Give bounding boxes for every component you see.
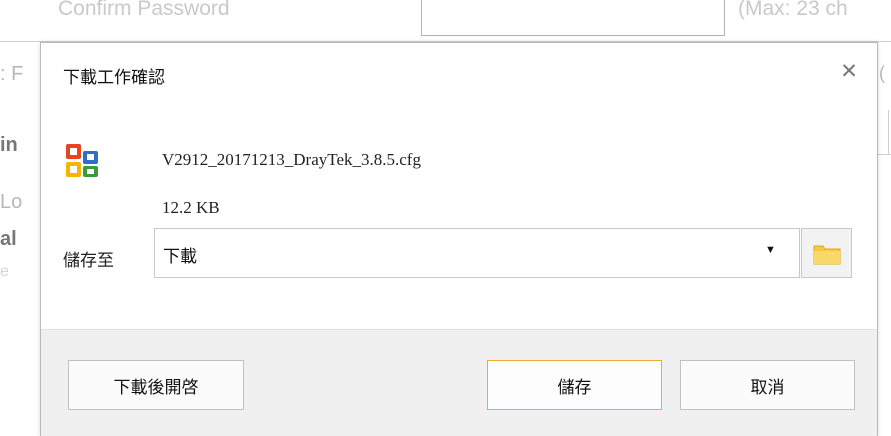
- save-location-value: 下載: [163, 247, 197, 266]
- background-divider: [888, 110, 889, 155]
- download-confirm-dialog: 下載工作確認 ✕ V2912_20171213_DrayTek_3.8.5.cf…: [40, 42, 878, 436]
- background-fragment-right: (: [879, 63, 885, 83]
- background-fragment: : F: [0, 63, 24, 85]
- background-confirm-password-label: Confirm Password: [58, 0, 230, 20]
- file-size: 12.2 KB: [162, 198, 220, 217]
- background-fragment: in: [0, 134, 18, 156]
- save-to-label: 儲存至: [63, 251, 114, 270]
- close-icon[interactable]: ✕: [837, 59, 861, 83]
- file-name: V2912_20171213_DrayTek_3.8.5.cfg: [162, 150, 421, 169]
- background-fragment: e: [0, 263, 9, 280]
- save-location-select[interactable]: 下載 ▼: [154, 228, 800, 278]
- dropdown-caret-icon: ▼: [765, 244, 776, 256]
- background-confirm-password-input: [421, 0, 725, 36]
- browse-folder-button[interactable]: [801, 228, 852, 278]
- dialog-title: 下載工作確認: [63, 68, 165, 87]
- office-file-icon: [66, 144, 98, 177]
- open-after-download-button[interactable]: 下載後開啓: [68, 360, 244, 410]
- save-button[interactable]: 儲存: [487, 360, 662, 410]
- background-divider: [878, 154, 891, 155]
- dialog-footer: 下載後開啓 儲存 取消: [41, 329, 877, 436]
- background-fragment: Lo: [0, 191, 23, 213]
- background-fragment: al: [0, 228, 17, 250]
- background-max-hint: (Max: 23 ch: [738, 0, 848, 20]
- cancel-button[interactable]: 取消: [680, 360, 855, 410]
- folder-icon: [813, 245, 841, 265]
